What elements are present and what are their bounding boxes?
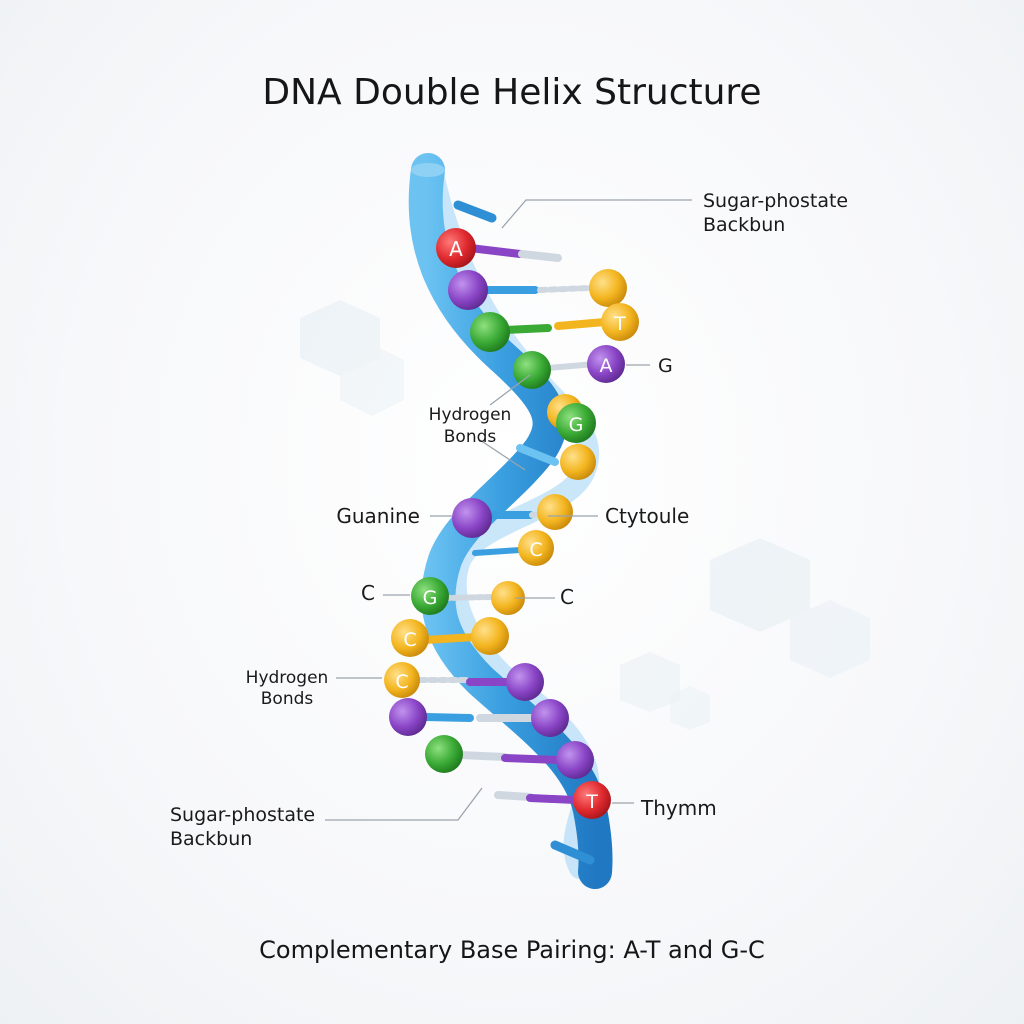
label-g-right: G <box>658 355 673 377</box>
nucleotide-c-low2-letter: C <box>395 671 408 693</box>
nucleotide-purple-5 <box>531 699 569 737</box>
nucleotide-purple-6 <box>556 741 594 779</box>
nucleotide-g-mid-letter: G <box>569 414 584 436</box>
label-hydrogen-bottom-1: Hydrogen <box>246 668 329 688</box>
label-c-right: C <box>560 585 574 609</box>
label-hydrogen-bottom-2: Bonds <box>261 689 314 709</box>
nucleotide-green-3 <box>425 735 463 773</box>
nucleotide-c-mid-letter: C <box>529 539 542 561</box>
nucleotide-yellow-1 <box>589 269 627 307</box>
nucleotide-a-mid-letter: A <box>600 355 613 377</box>
nucleotide-purple-2 <box>452 498 492 538</box>
label-backbone-bottom-2: Backbun <box>170 828 252 850</box>
label-guanine: Guanine <box>336 504 420 528</box>
nucleotide-yellow-3 <box>560 444 596 480</box>
label-c-left: C <box>361 581 375 605</box>
nucleotide-a-top-letter: A <box>449 237 463 261</box>
label-cytoule: Ctytoule <box>605 504 689 528</box>
diagram-caption: Complementary Base Pairing: A-T and G-C <box>259 936 765 964</box>
nucleotide-t-bottom-letter: T <box>585 791 598 813</box>
label-backbone-top-1: Sugar-phostate <box>703 190 848 212</box>
nucleotide-g-low-letter: G <box>423 587 438 609</box>
label-backbone-bottom-1: Sugar-phostate <box>170 804 315 826</box>
label-hydrogen-top-2: Bonds <box>444 427 497 447</box>
nucleotide-purple-4 <box>389 698 427 736</box>
nucleotide-t-top-letter: T <box>613 313 626 335</box>
nucleotide-yellow-4 <box>537 494 573 530</box>
label-thymm: Thymm <box>640 796 717 820</box>
label-hydrogen-top-1: Hydrogen <box>429 405 512 425</box>
nucleotide-yellow-6 <box>471 617 509 655</box>
label-backbone-top-2: Backbun <box>703 214 785 236</box>
nucleotide-c-low1-letter: C <box>403 629 416 651</box>
nucleotide-green-1 <box>470 312 510 352</box>
dna-helix-diagram: A T A G C G C C T Sugar-phostate Backbun… <box>170 153 870 889</box>
backbone-top-end <box>411 163 445 177</box>
nucleotide-purple-1 <box>448 270 488 310</box>
nucleotide-purple-3 <box>506 663 544 701</box>
